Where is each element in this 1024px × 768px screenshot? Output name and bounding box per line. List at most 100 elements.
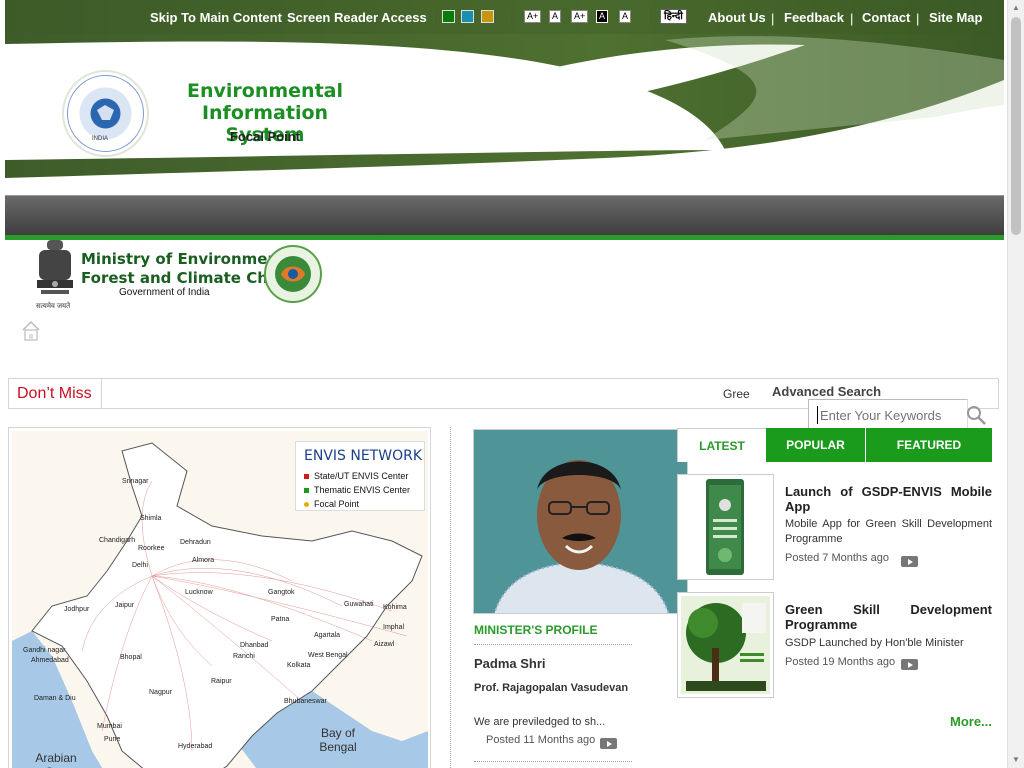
news-title[interactable]: Launch of GSDP-ENVIS Mobile App xyxy=(785,484,992,514)
contact-link[interactable]: Contact xyxy=(862,10,910,25)
city-label: Pune xyxy=(104,736,121,743)
city-label: Aizawl xyxy=(374,641,395,648)
dotted-divider xyxy=(474,644,632,645)
tab-latest[interactable]: LATEST xyxy=(677,428,766,462)
city-label: Bhopal xyxy=(120,654,142,661)
minister-photo[interactable] xyxy=(473,429,688,614)
city-label: Nagpur xyxy=(149,689,172,696)
high-contrast-button[interactable]: A xyxy=(596,10,609,23)
envis-network-map[interactable]: ENVIS NETWORK State/UT ENVIS Center Them… xyxy=(12,431,428,768)
link-separator: | xyxy=(916,11,920,26)
city-label: Roorkee xyxy=(138,545,165,552)
news-posted-time: Posted 19 Months ago xyxy=(785,656,896,668)
font-normal-button[interactable]: A xyxy=(549,10,562,23)
news-thumbnail[interactable] xyxy=(677,474,774,580)
eis-logo[interactable]: INDIA xyxy=(62,70,149,157)
city-label: Gangtok xyxy=(268,589,295,596)
search-icon[interactable] xyxy=(964,404,988,426)
news-title[interactable]: Green Skill Development Programme xyxy=(785,602,992,632)
divider xyxy=(433,9,434,24)
ministers-profile-heading[interactable]: MINISTER'S PROFILE xyxy=(474,623,598,637)
city-label: Patna xyxy=(271,616,290,623)
city-label: Almora xyxy=(192,557,215,564)
city-label: Gandhi nagar xyxy=(23,647,66,654)
search-input[interactable] xyxy=(817,406,957,424)
scrollbar-thumb[interactable] xyxy=(1011,17,1021,235)
font-increase-button[interactable]: A+ xyxy=(524,10,542,23)
legend-item-focal: Focal Point xyxy=(314,499,360,509)
site-header: Skip To Main Content Screen Reader Acces… xyxy=(5,0,1004,195)
state-emblem-icon xyxy=(37,240,73,294)
about-us-link[interactable]: About Us xyxy=(708,10,766,25)
sea-label: Arabian Sea xyxy=(35,751,77,768)
site-map-link[interactable]: Site Map xyxy=(929,10,982,25)
city-label: Lucknow xyxy=(185,589,213,596)
city-label: Delhi xyxy=(132,562,148,569)
focal-point-marker-icon xyxy=(304,502,309,507)
logo-country-text: INDIA xyxy=(92,136,109,142)
font-large-button[interactable]: A+ xyxy=(571,10,589,23)
theme-blue-swatch[interactable] xyxy=(461,10,474,23)
theme-green-swatch[interactable] xyxy=(442,10,455,23)
city-label: Bhubaneswar xyxy=(284,698,327,705)
dotted-divider xyxy=(474,761,632,762)
skip-to-main-link[interactable]: Skip To Main Content xyxy=(150,10,282,25)
more-news-link[interactable]: More... xyxy=(950,714,992,729)
read-more-arrow-icon[interactable] xyxy=(901,556,918,567)
city-label: Kohima xyxy=(383,604,407,611)
legend-item-state: State/UT ENVIS Center xyxy=(314,471,409,481)
thematic-center-marker-icon xyxy=(304,488,309,493)
satyamev-jayate-text: सत्यमेव जयते xyxy=(36,303,71,310)
minister-name[interactable]: Prof. Rajagopalan Vasudevan xyxy=(474,681,631,696)
legend-item-thematic: Thematic ENVIS Center xyxy=(314,485,411,495)
dont-miss-label: Don’t Miss xyxy=(9,379,102,408)
news-thumbnail[interactable] xyxy=(677,592,774,698)
site-subtitle: Focal Point xyxy=(229,129,301,144)
city-label: Dehradun xyxy=(180,539,211,546)
green-skill-poster-image xyxy=(681,596,770,694)
read-more-arrow-icon[interactable] xyxy=(600,738,617,749)
state-center-marker-icon xyxy=(304,474,309,479)
scroll-down-arrow-icon[interactable]: ▼ xyxy=(1008,752,1024,768)
map-legend: ENVIS NETWORK State/UT ENVIS Center Them… xyxy=(295,441,425,511)
feedback-link[interactable]: Feedback xyxy=(784,10,844,25)
column-divider xyxy=(450,427,451,768)
read-more-arrow-icon[interactable] xyxy=(901,659,918,670)
city-label: Jodhpur xyxy=(64,606,90,613)
hindi-language-button[interactable]: हिन्दी xyxy=(660,9,687,24)
normal-contrast-button[interactable]: A xyxy=(619,10,632,23)
city-label: West Bengal xyxy=(308,652,348,659)
screen-reader-access-link[interactable]: Screen Reader Access xyxy=(287,10,427,25)
legend-title: ENVIS NETWORK xyxy=(304,448,423,464)
city-label: Chandigarh xyxy=(99,537,136,544)
government-of-india-text: Government of India xyxy=(119,287,210,298)
minister-portrait-image xyxy=(474,430,687,613)
city-label: Daman & Diu xyxy=(34,695,76,702)
main-navigation-bar xyxy=(5,195,1004,235)
theme-orange-swatch[interactable] xyxy=(481,10,494,23)
tab-featured[interactable]: FEATURED xyxy=(866,428,992,462)
city-label: Guwahati xyxy=(344,601,374,608)
divider xyxy=(648,9,649,24)
minister-title: Padma Shri xyxy=(474,656,546,671)
home-icon[interactable] xyxy=(21,320,41,342)
search-box xyxy=(808,399,968,429)
page-scrollbar[interactable]: ▲ ▼ xyxy=(1007,0,1024,768)
top-utility-bar: Skip To Main Content Screen Reader Acces… xyxy=(5,0,1004,34)
globe-icon xyxy=(67,75,144,152)
city-label: Hyderabad xyxy=(178,743,213,750)
scroll-up-arrow-icon[interactable]: ▲ xyxy=(1008,0,1024,16)
dont-miss-ticker-text[interactable]: Gree xyxy=(723,387,750,401)
news-description: GSDP Launched by Hon'ble Minister xyxy=(785,637,964,649)
campaign-logo xyxy=(264,245,322,303)
advanced-search-link[interactable]: Advanced Search xyxy=(772,384,881,399)
city-label: Srinagar xyxy=(122,478,149,485)
city-label: Jaipur xyxy=(115,602,135,609)
city-label: Ahmedabad xyxy=(31,657,69,664)
city-label: Mumbai xyxy=(97,723,122,730)
link-separator: | xyxy=(771,11,775,26)
page: Skip To Main Content Screen Reader Acces… xyxy=(0,0,1024,768)
city-label: Agartala xyxy=(314,632,341,639)
tab-popular[interactable]: POPULAR xyxy=(766,428,866,462)
city-label: Imphal xyxy=(383,624,405,631)
